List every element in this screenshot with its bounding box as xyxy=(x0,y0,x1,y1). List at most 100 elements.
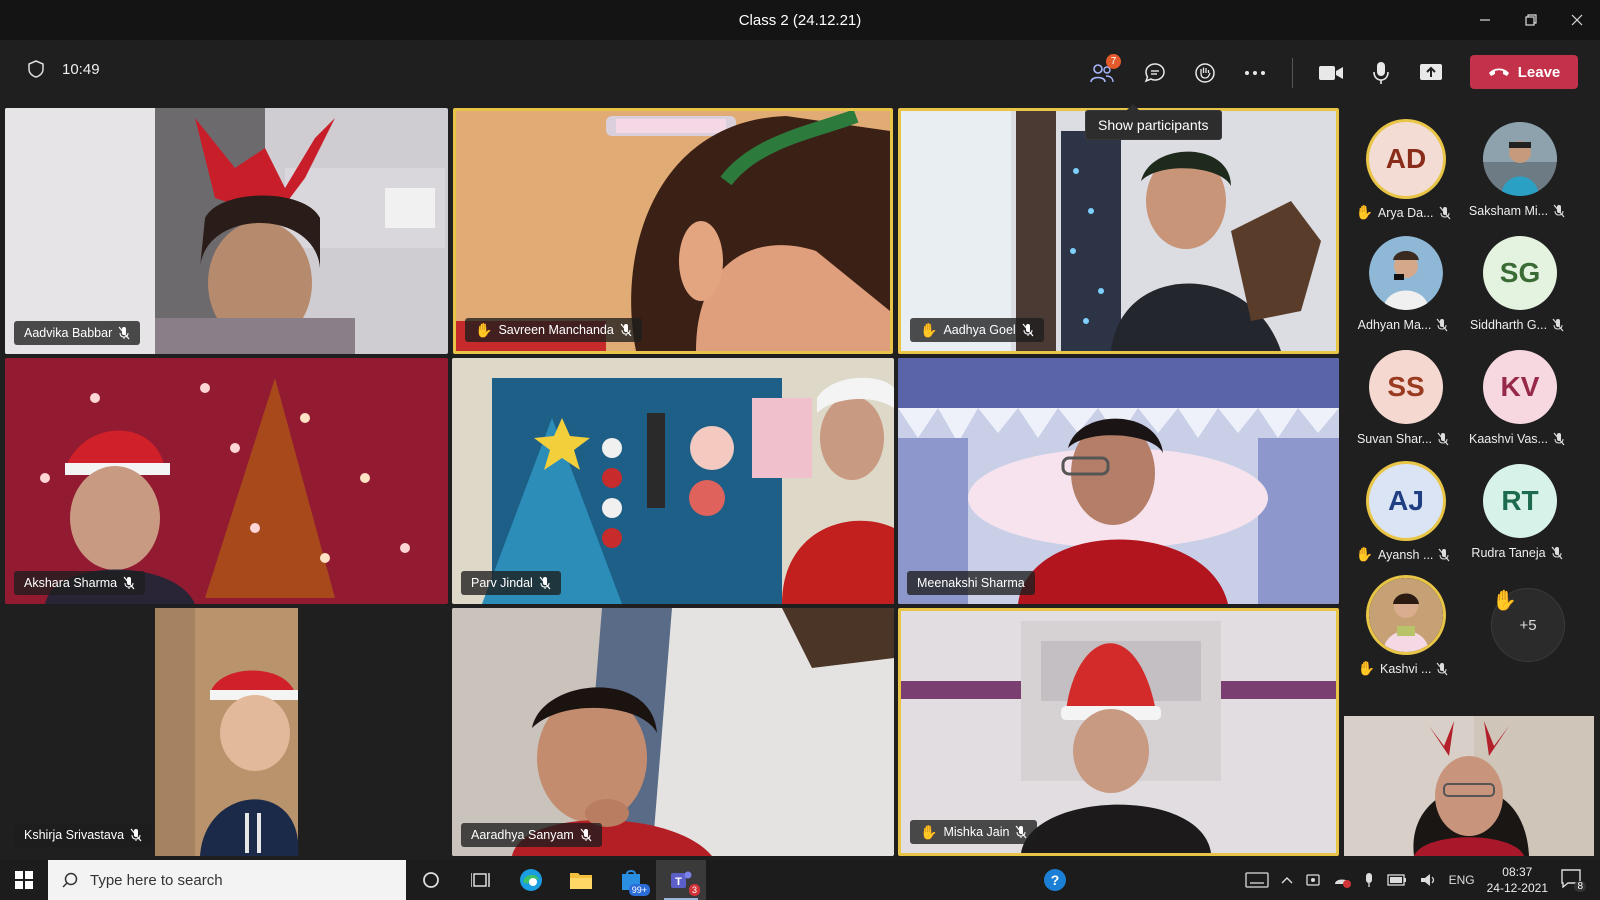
raised-hand-icon: ✋ xyxy=(920,321,938,338)
notification-count: 8 xyxy=(1574,881,1586,892)
help-icon: ? xyxy=(1044,869,1066,891)
video-feed xyxy=(452,358,894,604)
roster-item[interactable]: SG Siddharth G... xyxy=(1457,222,1577,334)
microphone-icon xyxy=(1373,62,1389,84)
raised-hand-icon: ✋ xyxy=(1355,546,1374,562)
window-title: Class 2 (24.12.21) xyxy=(738,11,862,29)
roster-item[interactable]: Saksham Mi... xyxy=(1457,108,1577,220)
avatar-photo xyxy=(1369,578,1443,652)
reactions-button[interactable] xyxy=(1188,56,1222,90)
roster-item[interactable]: AJ ✋ Ayansh ... xyxy=(1343,450,1463,562)
participant-name-tag: Aadvika Babbar xyxy=(14,321,141,345)
participant-name: Adhyan Ma... xyxy=(1357,318,1432,332)
taskbar-app-file-explorer[interactable] xyxy=(556,860,606,900)
participant-name: Suvan Shar... xyxy=(1356,432,1433,446)
avatar: KV xyxy=(1483,350,1557,424)
leave-button[interactable]: Leave xyxy=(1470,55,1578,89)
roster-item[interactable]: ✋ Kashvi ... xyxy=(1343,564,1463,676)
keyboard-icon[interactable] xyxy=(1244,872,1269,888)
mic-off-icon xyxy=(1551,546,1563,560)
participant-name: Mishka Jain xyxy=(943,825,1010,839)
microphone-button[interactable] xyxy=(1364,56,1398,90)
chat-icon xyxy=(1144,63,1165,83)
leave-label: Leave xyxy=(1517,63,1561,81)
avatar: RT xyxy=(1483,464,1557,538)
close-icon xyxy=(1571,14,1583,26)
roster-item[interactable]: Adhyan Ma... xyxy=(1343,222,1463,334)
raised-hand-icon: ✋ xyxy=(920,823,938,840)
mic-off-icon xyxy=(1022,323,1034,337)
self-view-video[interactable] xyxy=(1344,716,1594,856)
camera-button[interactable] xyxy=(1314,56,1348,90)
taskbar-search[interactable]: Type here to search xyxy=(48,860,406,900)
more-options-button[interactable] xyxy=(1238,56,1272,90)
camera-icon xyxy=(1319,66,1343,80)
minimize-icon xyxy=(1480,19,1490,21)
video-tile[interactable]: Meenakshi Sharma xyxy=(898,358,1339,604)
window-controls xyxy=(1462,0,1600,40)
avatar-photo xyxy=(1483,122,1557,196)
share-screen-button[interactable] xyxy=(1414,56,1448,90)
roster-label: ✋ Ayansh ... xyxy=(1343,546,1463,563)
more-participants-count: +5 xyxy=(1519,616,1537,634)
participants-button[interactable]: 7 xyxy=(1085,54,1121,90)
camera-tray-icon[interactable] xyxy=(1305,872,1321,888)
taskbar-app-store[interactable]: 99+ xyxy=(606,860,656,900)
video-tile[interactable]: Akshara Sharma xyxy=(5,358,448,604)
avatar: AJ xyxy=(1369,464,1443,538)
participant-name-tag: Kshirja Srivastava xyxy=(14,823,153,847)
participant-name-tag: Parv Jindal xyxy=(461,571,561,595)
taskbar-app-edge[interactable] xyxy=(506,860,556,900)
restore-icon xyxy=(1525,14,1537,26)
roster-label: Saksham Mi... xyxy=(1457,204,1577,218)
participant-name-tag: ✋ Mishka Jain xyxy=(910,820,1038,844)
roster-label: ✋ Kashvi ... xyxy=(1343,660,1463,677)
share-icon xyxy=(1420,64,1442,80)
roster-item[interactable]: AD ✋ Arya Da... xyxy=(1343,108,1463,220)
raised-hand-icon: ✋ xyxy=(475,321,493,338)
mic-tray-icon[interactable] xyxy=(1363,872,1375,888)
video-tile[interactable]: ✋ Mishka Jain xyxy=(898,608,1339,856)
roster-item[interactable]: SS Suvan Shar... xyxy=(1343,336,1463,448)
teams-notification-badge: 3 xyxy=(688,884,700,896)
video-tile[interactable]: ✋ Aadhya Goel xyxy=(898,108,1339,354)
task-view-button[interactable] xyxy=(456,860,506,900)
participant-name: Siddharth G... xyxy=(1469,318,1548,332)
video-tile[interactable]: Aaradhya Sanyam xyxy=(452,608,894,856)
restore-button[interactable] xyxy=(1508,0,1554,40)
mic-off-icon xyxy=(620,323,632,337)
raised-hand-icon: ✋ xyxy=(1357,660,1375,676)
chat-button[interactable] xyxy=(1138,56,1172,90)
network-icon[interactable] xyxy=(1333,872,1351,888)
roster-item[interactable]: RT Rudra Taneja xyxy=(1457,450,1577,562)
participant-name-tag: Aaradhya Sanyam xyxy=(461,823,602,847)
avatar: SS xyxy=(1369,350,1443,424)
language-indicator[interactable]: ENG xyxy=(1449,873,1475,887)
roster-item[interactable]: KV Kaashvi Vas... xyxy=(1457,336,1577,448)
svg-text:?: ? xyxy=(1051,872,1060,888)
mic-off-icon xyxy=(1552,318,1564,332)
cortana-button[interactable] xyxy=(406,860,456,900)
action-center-button[interactable]: 8 xyxy=(1560,868,1586,892)
video-feed xyxy=(901,111,1336,351)
close-button[interactable] xyxy=(1554,0,1600,40)
video-tile[interactable]: ✋ Savreen Manchanda xyxy=(453,108,893,354)
taskbar-app-teams[interactable]: T 3 xyxy=(656,860,706,900)
video-tile[interactable]: Kshirja Srivastava xyxy=(5,608,448,856)
chevron-up-icon[interactable] xyxy=(1281,875,1293,885)
participant-name: Kashvi ... xyxy=(1380,661,1432,676)
video-tile[interactable]: Aadvika Babbar xyxy=(5,108,448,354)
video-feed xyxy=(452,608,894,856)
start-button[interactable] xyxy=(0,860,48,900)
window-titlebar: Class 2 (24.12.21) xyxy=(0,0,1600,40)
help-button[interactable]: ? xyxy=(1030,860,1080,900)
volume-icon[interactable] xyxy=(1419,872,1437,888)
search-icon xyxy=(62,872,78,888)
battery-icon[interactable] xyxy=(1386,873,1407,887)
meeting-info: 10:49 xyxy=(28,60,100,78)
clock[interactable]: 08:37 24-12-2021 xyxy=(1487,864,1548,896)
raised-hand-icon: ✋ xyxy=(1355,204,1373,220)
mic-off-icon xyxy=(1553,204,1565,218)
video-tile[interactable]: Parv Jindal xyxy=(452,358,894,604)
minimize-button[interactable] xyxy=(1462,0,1508,40)
